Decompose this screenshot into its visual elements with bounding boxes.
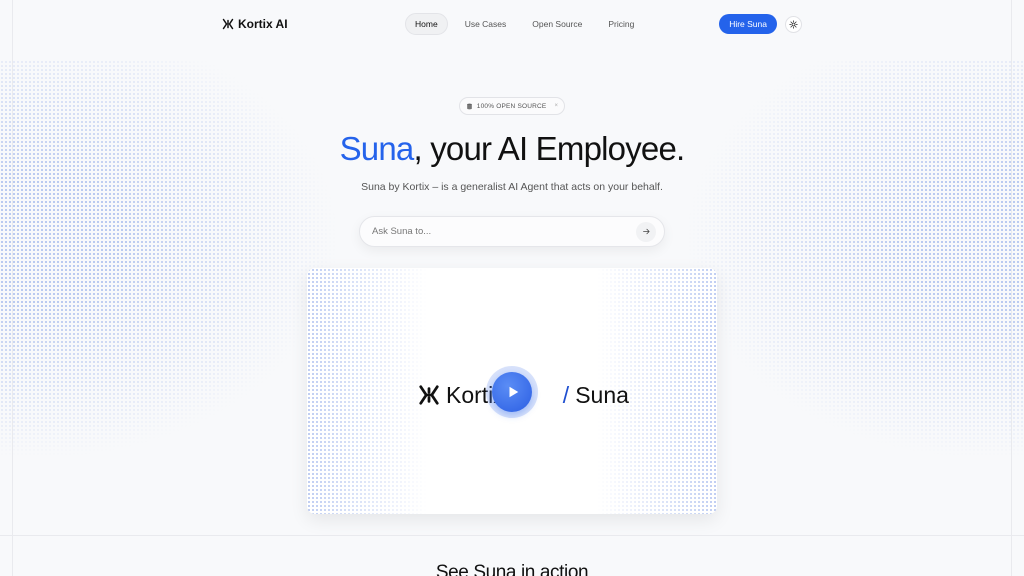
video-brand-right: Suna: [575, 381, 629, 408]
top-navbar: Kortix AI Home Use Cases Open Source Pri…: [222, 12, 802, 36]
video-dot-pattern-left: [307, 268, 427, 514]
sun-icon: [789, 19, 798, 29]
logo-text: Kortix AI: [238, 17, 288, 31]
nav-use-cases[interactable]: Use Cases: [456, 14, 516, 34]
dot-pattern-right: [684, 60, 1024, 460]
arrow-right-icon: [642, 228, 650, 235]
nav-pricing[interactable]: Pricing: [599, 14, 643, 34]
badge-label: 100% OPEN SOURCE: [476, 102, 547, 110]
theme-toggle-button[interactable]: [785, 15, 802, 33]
kortix-mark-icon: [419, 385, 439, 405]
kortix-logo-icon: [222, 18, 234, 30]
headline-rest: , your AI Employee.: [413, 130, 685, 167]
badge-close-icon[interactable]: ×: [554, 103, 558, 109]
hero-headline: Suna, your AI Employee.: [0, 130, 1024, 168]
ask-suna-box: [359, 216, 665, 247]
video-brand-separator: /: [562, 381, 570, 408]
dot-pattern-left: [0, 60, 340, 460]
nav-actions: Hire Suna: [719, 14, 802, 34]
play-video-button[interactable]: [492, 372, 532, 412]
database-icon: [466, 103, 472, 109]
nav-home[interactable]: Home: [405, 13, 448, 35]
nav-links: Home Use Cases Open Source Pricing: [405, 13, 643, 35]
play-icon: [509, 386, 519, 398]
kortix-logo[interactable]: Kortix AI: [222, 17, 288, 31]
ask-suna-input[interactable]: [372, 226, 612, 237]
hero-subline: Suna by Kortix – is a generalist AI Agen…: [361, 181, 663, 193]
section-divider: [0, 535, 1024, 536]
open-source-badge[interactable]: 100% OPEN SOURCE ×: [459, 97, 565, 115]
send-button[interactable]: [636, 221, 656, 242]
see-suna-section-title: See Suna in action: [435, 562, 589, 576]
nav-open-source[interactable]: Open Source: [523, 14, 591, 34]
headline-accent: Suna: [339, 130, 415, 167]
hire-suna-button[interactable]: Hire Suna: [719, 14, 777, 34]
